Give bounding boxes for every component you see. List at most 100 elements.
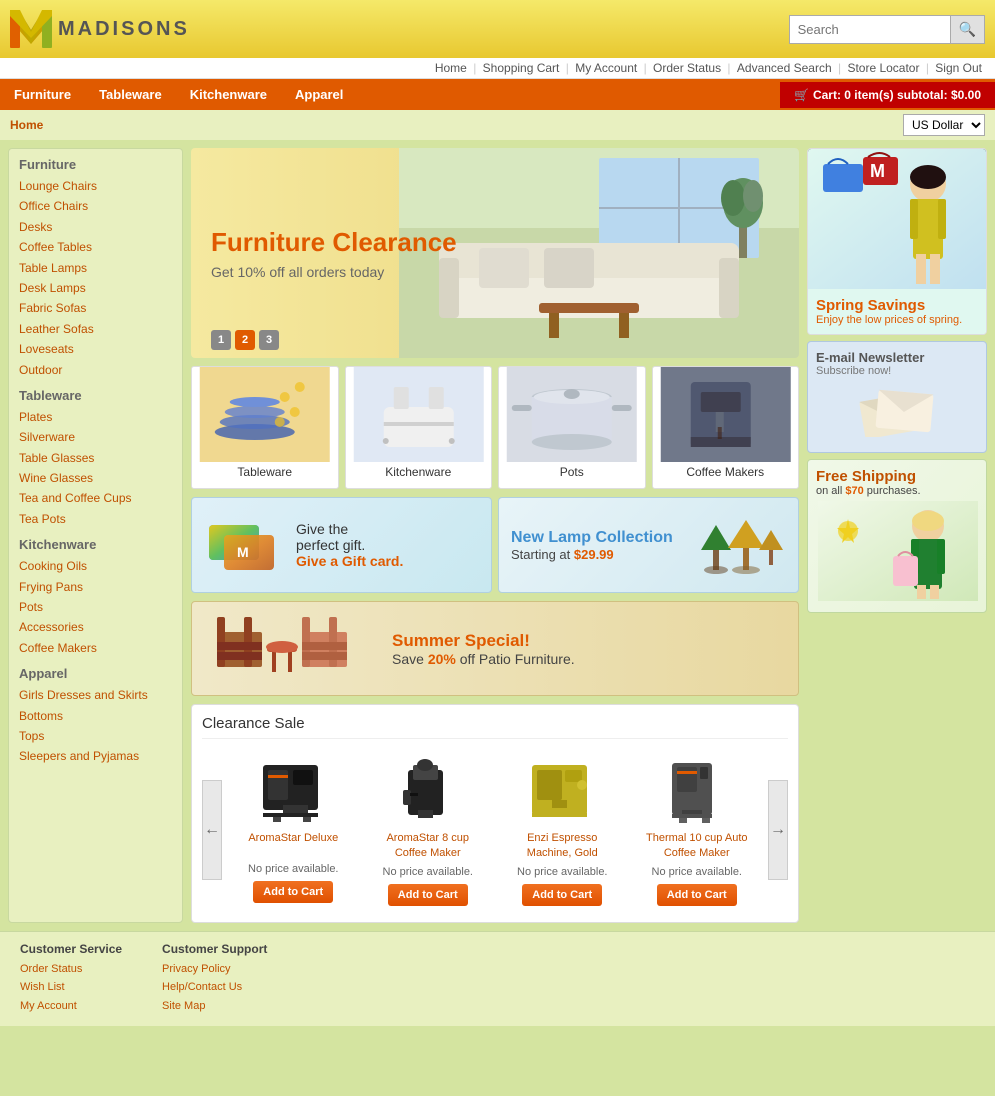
sidebar-item-tea-coffee-cups[interactable]: Tea and Coffee Cups — [19, 488, 172, 508]
category-coffee-makers-img — [653, 367, 799, 462]
footer-cs-order-status[interactable]: Order Status — [20, 960, 122, 979]
sidebar-item-bottoms[interactable]: Bottoms — [19, 706, 172, 726]
category-tableware[interactable]: Tableware — [191, 366, 339, 489]
clearance: Clearance Sale ← — [191, 704, 799, 923]
carousel-next-btn[interactable]: → — [768, 780, 788, 880]
clearance-item-2-add-btn[interactable]: Add to Cart — [388, 884, 468, 906]
sidebar-item-lounge-chairs[interactable]: Lounge Chairs — [19, 176, 172, 196]
breadcrumb[interactable]: Home — [10, 118, 43, 132]
free-shipping-content: Free Shipping on all $70 purchases. — [816, 468, 978, 497]
free-shipping-amount: $70 — [845, 485, 863, 497]
sidebar-item-table-lamps[interactable]: Table Lamps — [19, 258, 172, 278]
top-nav-order-status[interactable]: Order Status — [653, 61, 721, 75]
currency-select[interactable]: US Dollar Euro GBP — [903, 114, 985, 136]
nav-apparel[interactable]: Apparel — [281, 79, 357, 110]
summer-banner: Summer Special! Save 20% off Patio Furni… — [191, 601, 799, 696]
nav-kitchenware[interactable]: Kitchenware — [176, 79, 281, 110]
sidebar-item-wine-glasses[interactable]: Wine Glasses — [19, 468, 172, 488]
spring-savings-body: Spring Savings Enjoy the low prices of s… — [808, 289, 986, 334]
sidebar-item-frying-pans[interactable]: Frying Pans — [19, 577, 172, 597]
clearance-item-2-price: No price available. — [371, 866, 486, 878]
category-grid: Tableware Kitchenware — [191, 366, 799, 489]
clearance-item-1-name: AromaStar Deluxe — [236, 831, 351, 859]
clearance-item-4-img — [657, 755, 737, 825]
sidebar-section-apparel: Apparel — [19, 666, 172, 681]
search-input[interactable] — [790, 17, 950, 42]
sidebar-item-table-glasses[interactable]: Table Glasses — [19, 448, 172, 468]
clearance-item-1: AromaStar Deluxe No price available. Add… — [230, 749, 357, 912]
sidebar-item-coffee-tables[interactable]: Coffee Tables — [19, 237, 172, 257]
clearance-item-2: AromaStar 8 cup Coffee Maker No price av… — [365, 749, 492, 912]
sidebar-item-cooking-oils[interactable]: Cooking Oils — [19, 556, 172, 576]
sidebar-item-tops[interactable]: Tops — [19, 726, 172, 746]
footer-support-help[interactable]: Help/Contact Us — [162, 978, 267, 997]
top-nav-home[interactable]: Home — [435, 61, 467, 75]
top-nav-advanced-search[interactable]: Advanced Search — [737, 61, 832, 75]
banner-text: Furniture Clearance Get 10% off all orde… — [191, 207, 477, 300]
right-sidebar: M Spring Savings Enjoy the low prices of… — [807, 148, 987, 923]
top-nav-store-locator[interactable]: Store Locator — [847, 61, 919, 75]
category-kitchenware[interactable]: Kitchenware — [345, 366, 493, 489]
category-coffee-makers-label: Coffee Makers — [653, 462, 799, 482]
sidebar-item-desks[interactable]: Desks — [19, 217, 172, 237]
header: MADISONS 🔍 — [0, 0, 995, 58]
dot-1[interactable]: 1 — [211, 330, 231, 350]
newsletter-title: E-mail Newsletter — [816, 350, 978, 365]
dot-2[interactable]: 2 — [235, 330, 255, 350]
footer-cs-title: Customer Service — [20, 942, 122, 956]
lamp-icon — [696, 510, 786, 580]
sidebar: Furniture Lounge Chairs Office Chairs De… — [8, 148, 183, 923]
clearance-item-4-add-btn[interactable]: Add to Cart — [657, 884, 737, 906]
newsletter-icon — [816, 383, 978, 444]
top-nav-sign-out[interactable]: Sign Out — [935, 61, 982, 75]
sidebar-item-office-chairs[interactable]: Office Chairs — [19, 196, 172, 216]
top-nav-cart[interactable]: Shopping Cart — [483, 61, 560, 75]
footer-customer-service: Customer Service Order Status Wish List … — [20, 942, 122, 1016]
sidebar-item-accessories[interactable]: Accessories — [19, 617, 172, 637]
footer-support-sitemap[interactable]: Site Map — [162, 997, 267, 1016]
lamp-promo: New Lamp Collection Starting at $29.99 — [498, 497, 799, 593]
carousel-prev-btn[interactable]: ← — [202, 780, 222, 880]
sidebar-item-pots[interactable]: Pots — [19, 597, 172, 617]
category-pots[interactable]: Pots — [498, 366, 646, 489]
clearance-item-4: Thermal 10 cup Auto Coffee Maker No pric… — [634, 749, 761, 912]
free-shipping-widget: Free Shipping on all $70 purchases. — [807, 459, 987, 613]
clearance-item-1-img — [253, 755, 333, 825]
top-nav-account[interactable]: My Account — [575, 61, 637, 75]
sidebar-item-girls-dresses[interactable]: Girls Dresses and Skirts — [19, 685, 172, 705]
top-nav: Home | Shopping Cart | My Account | Orde… — [0, 58, 995, 79]
sidebar-item-tea-pots[interactable]: Tea Pots — [19, 509, 172, 529]
nav-furniture[interactable]: Furniture — [0, 79, 85, 110]
footer-support-privacy[interactable]: Privacy Policy — [162, 960, 267, 979]
search-button[interactable]: 🔍 — [950, 16, 984, 43]
category-kitchenware-img — [346, 367, 492, 462]
sidebar-item-loveseats[interactable]: Loveseats — [19, 339, 172, 359]
logo[interactable]: MADISONS — [10, 8, 190, 50]
banner-title: Furniture Clearance — [211, 227, 457, 258]
dot-3[interactable]: 3 — [259, 330, 279, 350]
footer: Customer Service Order Status Wish List … — [0, 931, 995, 1026]
spring-savings-subtitle: Enjoy the low prices of spring. — [816, 314, 978, 326]
clearance-item-2-img — [388, 755, 468, 825]
clearance-items: AromaStar Deluxe No price available. Add… — [222, 749, 768, 912]
sidebar-item-plates[interactable]: Plates — [19, 407, 172, 427]
clearance-item-3-add-btn[interactable]: Add to Cart — [522, 884, 602, 906]
sidebar-item-outdoor[interactable]: Outdoor — [19, 360, 172, 380]
footer-cs-wish-list[interactable]: Wish List — [20, 978, 122, 997]
logo-icon — [10, 8, 52, 50]
clearance-item-1-add-btn[interactable]: Add to Cart — [253, 881, 333, 903]
cart-info[interactable]: 🛒 Cart: 0 item(s) subtotal: $0.00 — [780, 82, 995, 108]
sidebar-item-silverware[interactable]: Silverware — [19, 427, 172, 447]
sidebar-item-leather-sofas[interactable]: Leather Sofas — [19, 319, 172, 339]
lamp-line2: Starting at $29.99 — [511, 547, 684, 562]
sidebar-item-sleepers[interactable]: Sleepers and Pyjamas — [19, 746, 172, 766]
footer-cs-my-account[interactable]: My Account — [20, 997, 122, 1016]
category-coffee-makers[interactable]: Coffee Makers — [652, 366, 800, 489]
gift-card-link[interactable]: Give a Gift card. — [296, 553, 403, 569]
summer-desc: Save 20% off Patio Furniture. — [392, 651, 575, 667]
nav-tableware[interactable]: Tableware — [85, 79, 176, 110]
sidebar-item-fabric-sofas[interactable]: Fabric Sofas — [19, 298, 172, 318]
sidebar-item-coffee-makers[interactable]: Coffee Makers — [19, 638, 172, 658]
sidebar-item-desk-lamps[interactable]: Desk Lamps — [19, 278, 172, 298]
category-tableware-label: Tableware — [192, 462, 338, 482]
